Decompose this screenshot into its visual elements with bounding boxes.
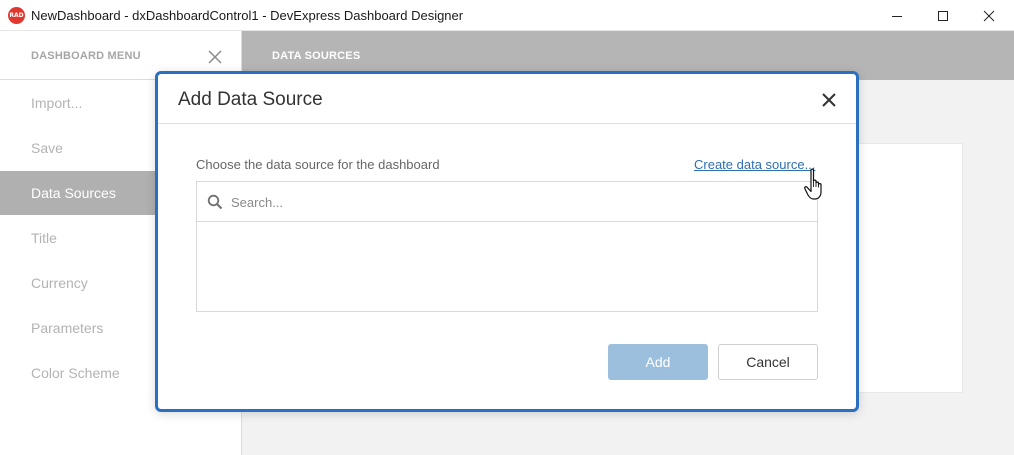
data-source-picker <box>196 181 818 312</box>
search-icon <box>207 194 223 210</box>
create-data-source-link[interactable]: Create data source... <box>694 157 815 172</box>
close-menu-icon[interactable] <box>206 48 224 66</box>
window-title: NewDashboard - dxDashboardControl1 - Dev… <box>31 8 464 23</box>
minimize-button[interactable] <box>874 0 920 31</box>
search-row <box>197 182 817 222</box>
window-titlebar: RAD NewDashboard - dxDashboardControl1 -… <box>0 0 1014 31</box>
menu-title: DASHBOARD MENU <box>31 50 141 62</box>
hand-cursor-icon <box>804 168 822 200</box>
maximize-button[interactable] <box>920 0 966 31</box>
cancel-button[interactable]: Cancel <box>718 344 818 380</box>
close-window-button[interactable] <box>966 0 1012 31</box>
dialog-divider <box>158 123 856 124</box>
close-icon <box>983 10 995 21</box>
data-source-list[interactable] <box>197 223 817 311</box>
dialog-instruction: Choose the data source for the dashboard <box>196 157 440 172</box>
add-data-source-dialog: Add Data Source Choose the data source f… <box>155 71 859 412</box>
content-panel <box>858 143 963 393</box>
add-button[interactable]: Add <box>608 344 708 380</box>
minimize-icon <box>892 15 902 17</box>
content-title: DATA SOURCES <box>272 50 361 62</box>
close-icon <box>822 93 836 107</box>
app-logo-icon: RAD <box>8 7 25 24</box>
search-input[interactable] <box>231 190 791 214</box>
maximize-icon <box>938 10 948 21</box>
dialog-close-button[interactable] <box>819 90 839 110</box>
dialog-title: Add Data Source <box>178 89 323 110</box>
